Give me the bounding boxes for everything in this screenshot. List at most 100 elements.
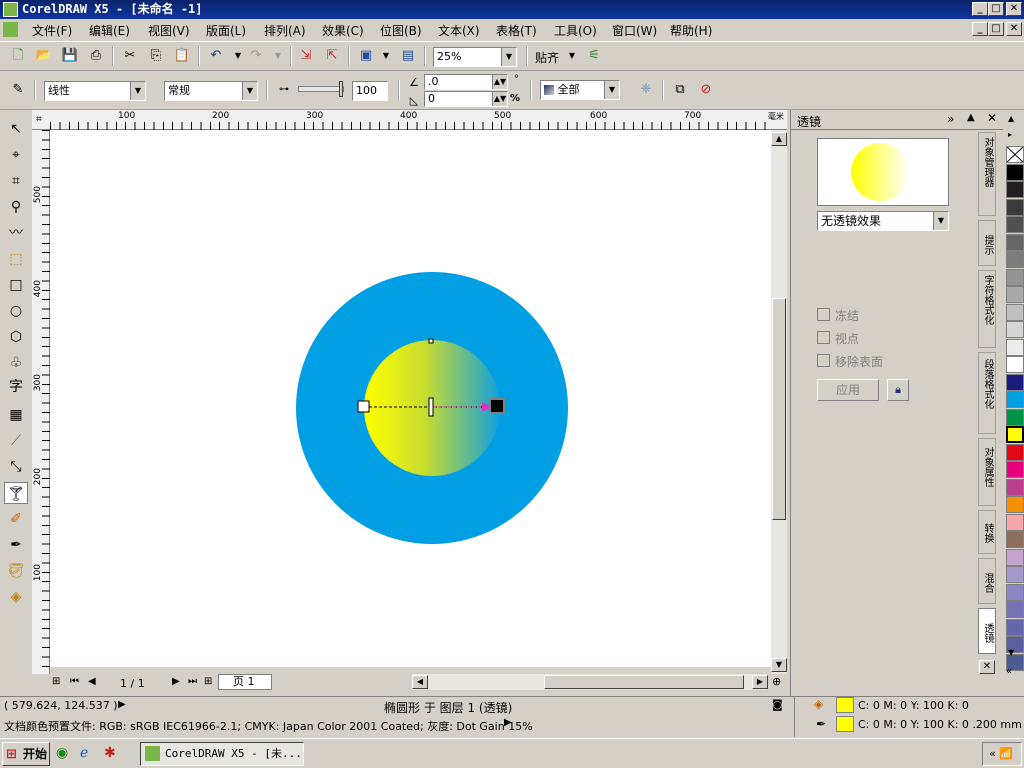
table-tool-icon[interactable]: ▦ xyxy=(4,404,28,426)
no-color-swatch[interactable] xyxy=(1006,146,1024,163)
interactive-fill-tool-icon[interactable]: ◈ xyxy=(4,586,28,608)
profile-menu-icon[interactable]: ▶ xyxy=(504,717,512,728)
chevron-down-icon[interactable]: ▼ xyxy=(933,212,948,230)
palette-swatch[interactable] xyxy=(1006,601,1024,618)
smart-fill-tool-icon[interactable]: ⬚ xyxy=(4,248,28,270)
spinner-icon[interactable]: ▲▼ xyxy=(492,92,507,106)
tab-character-formatting[interactable]: 字符格式化 xyxy=(978,270,996,348)
menu-arrange[interactable]: 排列(A) xyxy=(264,22,306,39)
text-tool-icon[interactable]: 字 xyxy=(4,376,28,398)
opacity-input[interactable]: 100 xyxy=(352,81,388,101)
tab-object-properties[interactable]: 对象属性 xyxy=(978,438,996,506)
start-button[interactable]: ⊞ 开始 xyxy=(2,742,50,766)
palette-swatch[interactable] xyxy=(1006,478,1024,496)
tab-lens[interactable]: 透镜 xyxy=(978,608,996,654)
doc-minimize-button[interactable]: _ xyxy=(972,22,988,36)
save-icon[interactable]: 💾 xyxy=(60,46,80,66)
doc-restore-button[interactable]: □ xyxy=(988,22,1004,36)
scroll-left-button[interactable]: ◀ xyxy=(412,675,428,689)
quicklaunch-icon[interactable]: ✱ xyxy=(104,745,116,761)
zoom-level-select[interactable]: 25% ▼ xyxy=(433,47,517,67)
transparency-type-select[interactable]: 线性 ▼ xyxy=(44,81,146,101)
palette-swatch[interactable] xyxy=(1006,286,1024,303)
add-page-icon[interactable]: ⊞ xyxy=(52,676,60,687)
crop-tool-icon[interactable]: ⌗ xyxy=(4,170,28,192)
scroll-up-button[interactable]: ▲ xyxy=(771,132,787,146)
export-icon[interactable]: ⇱ xyxy=(322,46,342,66)
slider-thumb[interactable] xyxy=(339,81,343,97)
freehand-tool-icon[interactable]: 〰 xyxy=(4,222,28,244)
menu-effects[interactable]: 效果(C) xyxy=(322,22,364,39)
snap-to-label[interactable]: 贴齐 xyxy=(535,49,559,66)
palette-swatch[interactable] xyxy=(1006,583,1024,601)
minimize-button[interactable]: _ xyxy=(972,2,988,16)
end-node-handle[interactable] xyxy=(489,398,505,414)
edge-pad-input[interactable]: 0 ▲▼ xyxy=(424,91,508,107)
collapse-docker-icon[interactable]: » xyxy=(947,112,954,126)
palette-swatch[interactable] xyxy=(1006,426,1024,443)
launcher-dropdown-icon[interactable]: ▼ xyxy=(376,46,396,66)
ie-icon[interactable]: ℯ xyxy=(80,745,88,761)
clear-transparency-icon[interactable]: ⊘ xyxy=(696,80,716,100)
copy-transparency-icon[interactable]: ⧉ xyxy=(670,80,690,100)
taskbar-coreldraw-button[interactable]: CorelDRAW X5 - [未... xyxy=(140,742,304,766)
redo-icon[interactable]: ↷ xyxy=(246,46,266,66)
menu-file[interactable]: 文件(F) xyxy=(32,22,72,39)
h-scroll-thumb[interactable] xyxy=(544,675,744,689)
lens-effect-select[interactable]: 无透镜效果 ▼ xyxy=(817,211,949,231)
basic-shapes-tool-icon[interactable]: ♧ xyxy=(4,352,28,374)
redo-dropdown-icon[interactable]: ▼ xyxy=(268,46,288,66)
outline-pen-tool-icon[interactable]: ✒ xyxy=(4,534,28,556)
chrome-icon[interactable]: ◉ xyxy=(56,745,68,761)
new-icon[interactable]: 🗋 xyxy=(8,46,28,66)
close-docker-icon[interactable]: ✕ xyxy=(987,111,997,125)
remove-face-checkbox[interactable] xyxy=(817,354,830,367)
angle-input[interactable]: .0 ▲▼ xyxy=(424,74,508,90)
rectangle-tool-icon[interactable]: □ xyxy=(4,274,28,296)
palette-scroll-up-icon[interactable]: ▲ xyxy=(1008,114,1014,123)
pick-tool-icon[interactable]: ↖ xyxy=(4,118,28,140)
fill-color-swatch[interactable] xyxy=(836,697,854,713)
eyedropper-tool-icon[interactable]: ✐ xyxy=(4,508,28,530)
tab-hints[interactable]: 提示 xyxy=(978,220,996,266)
tray-expand-icon[interactable]: « 📶 xyxy=(982,742,1022,766)
paste-icon[interactable]: 📋 xyxy=(172,46,192,66)
palette-swatch[interactable] xyxy=(1006,198,1024,216)
print-icon[interactable]: ⎙ xyxy=(86,46,106,66)
scroll-right-button[interactable]: ▶ xyxy=(752,675,768,689)
prev-page-icon[interactable]: ◀ xyxy=(88,676,96,687)
close-tabs-icon[interactable]: ✕ xyxy=(979,660,995,674)
options-icon[interactable]: ⚟ xyxy=(584,46,604,66)
next-page-icon[interactable]: ▶ xyxy=(172,676,180,687)
snap-dropdown-icon[interactable]: ▼ xyxy=(562,46,582,66)
vertical-ruler[interactable]: 500 400 300 200 100 xyxy=(32,130,50,677)
menu-window[interactable]: 窗口(W) xyxy=(612,22,657,39)
navigator-icon[interactable]: ⊕ xyxy=(772,675,781,688)
palette-swatch[interactable] xyxy=(1006,233,1024,251)
horizontal-scrollbar[interactable]: ◀ ▶ xyxy=(412,674,768,690)
freeze-transparency-icon[interactable]: ❈ xyxy=(636,80,656,100)
chevron-down-icon[interactable]: ▼ xyxy=(501,48,516,66)
transparency-target-select[interactable]: 全部 ▼ xyxy=(540,80,620,100)
tab-paragraph-formatting[interactable]: 段落格式化 xyxy=(978,352,996,434)
app-icon[interactable] xyxy=(3,2,18,17)
midpoint-slider-handle[interactable] xyxy=(428,397,434,417)
transparency-tool-icon[interactable]: 🍸︎ xyxy=(4,482,28,504)
menu-table[interactable]: 表格(T) xyxy=(496,22,537,39)
vertical-scrollbar[interactable]: ▲ ▼ xyxy=(771,130,787,677)
lock-icon[interactable]: 🔒︎ xyxy=(887,379,909,401)
application-launcher-icon[interactable]: ▣ xyxy=(356,46,376,66)
zoom-tool-icon[interactable]: ⚲ xyxy=(4,196,28,218)
scroll-down-button[interactable]: ▼ xyxy=(771,658,787,672)
undo-dropdown-icon[interactable]: ▼ xyxy=(228,46,248,66)
palette-menu-icon[interactable]: ▸ xyxy=(1008,130,1012,139)
palette-swatch[interactable] xyxy=(1006,216,1024,233)
maximize-button[interactable]: □ xyxy=(988,2,1004,16)
snap-status-icon[interactable]: ◙ xyxy=(772,698,783,711)
doc-close-button[interactable]: ✕ xyxy=(1006,22,1022,36)
tab-object-manager[interactable]: 对象管理器 xyxy=(978,132,996,216)
welcome-screen-icon[interactable]: ▤ xyxy=(398,46,418,66)
horizontal-ruler[interactable]: ⌗ 100 200 300 400 500 600 700 毫米 xyxy=(32,110,787,130)
palette-swatch[interactable] xyxy=(1006,373,1024,391)
palette-swatch[interactable] xyxy=(1006,461,1024,478)
